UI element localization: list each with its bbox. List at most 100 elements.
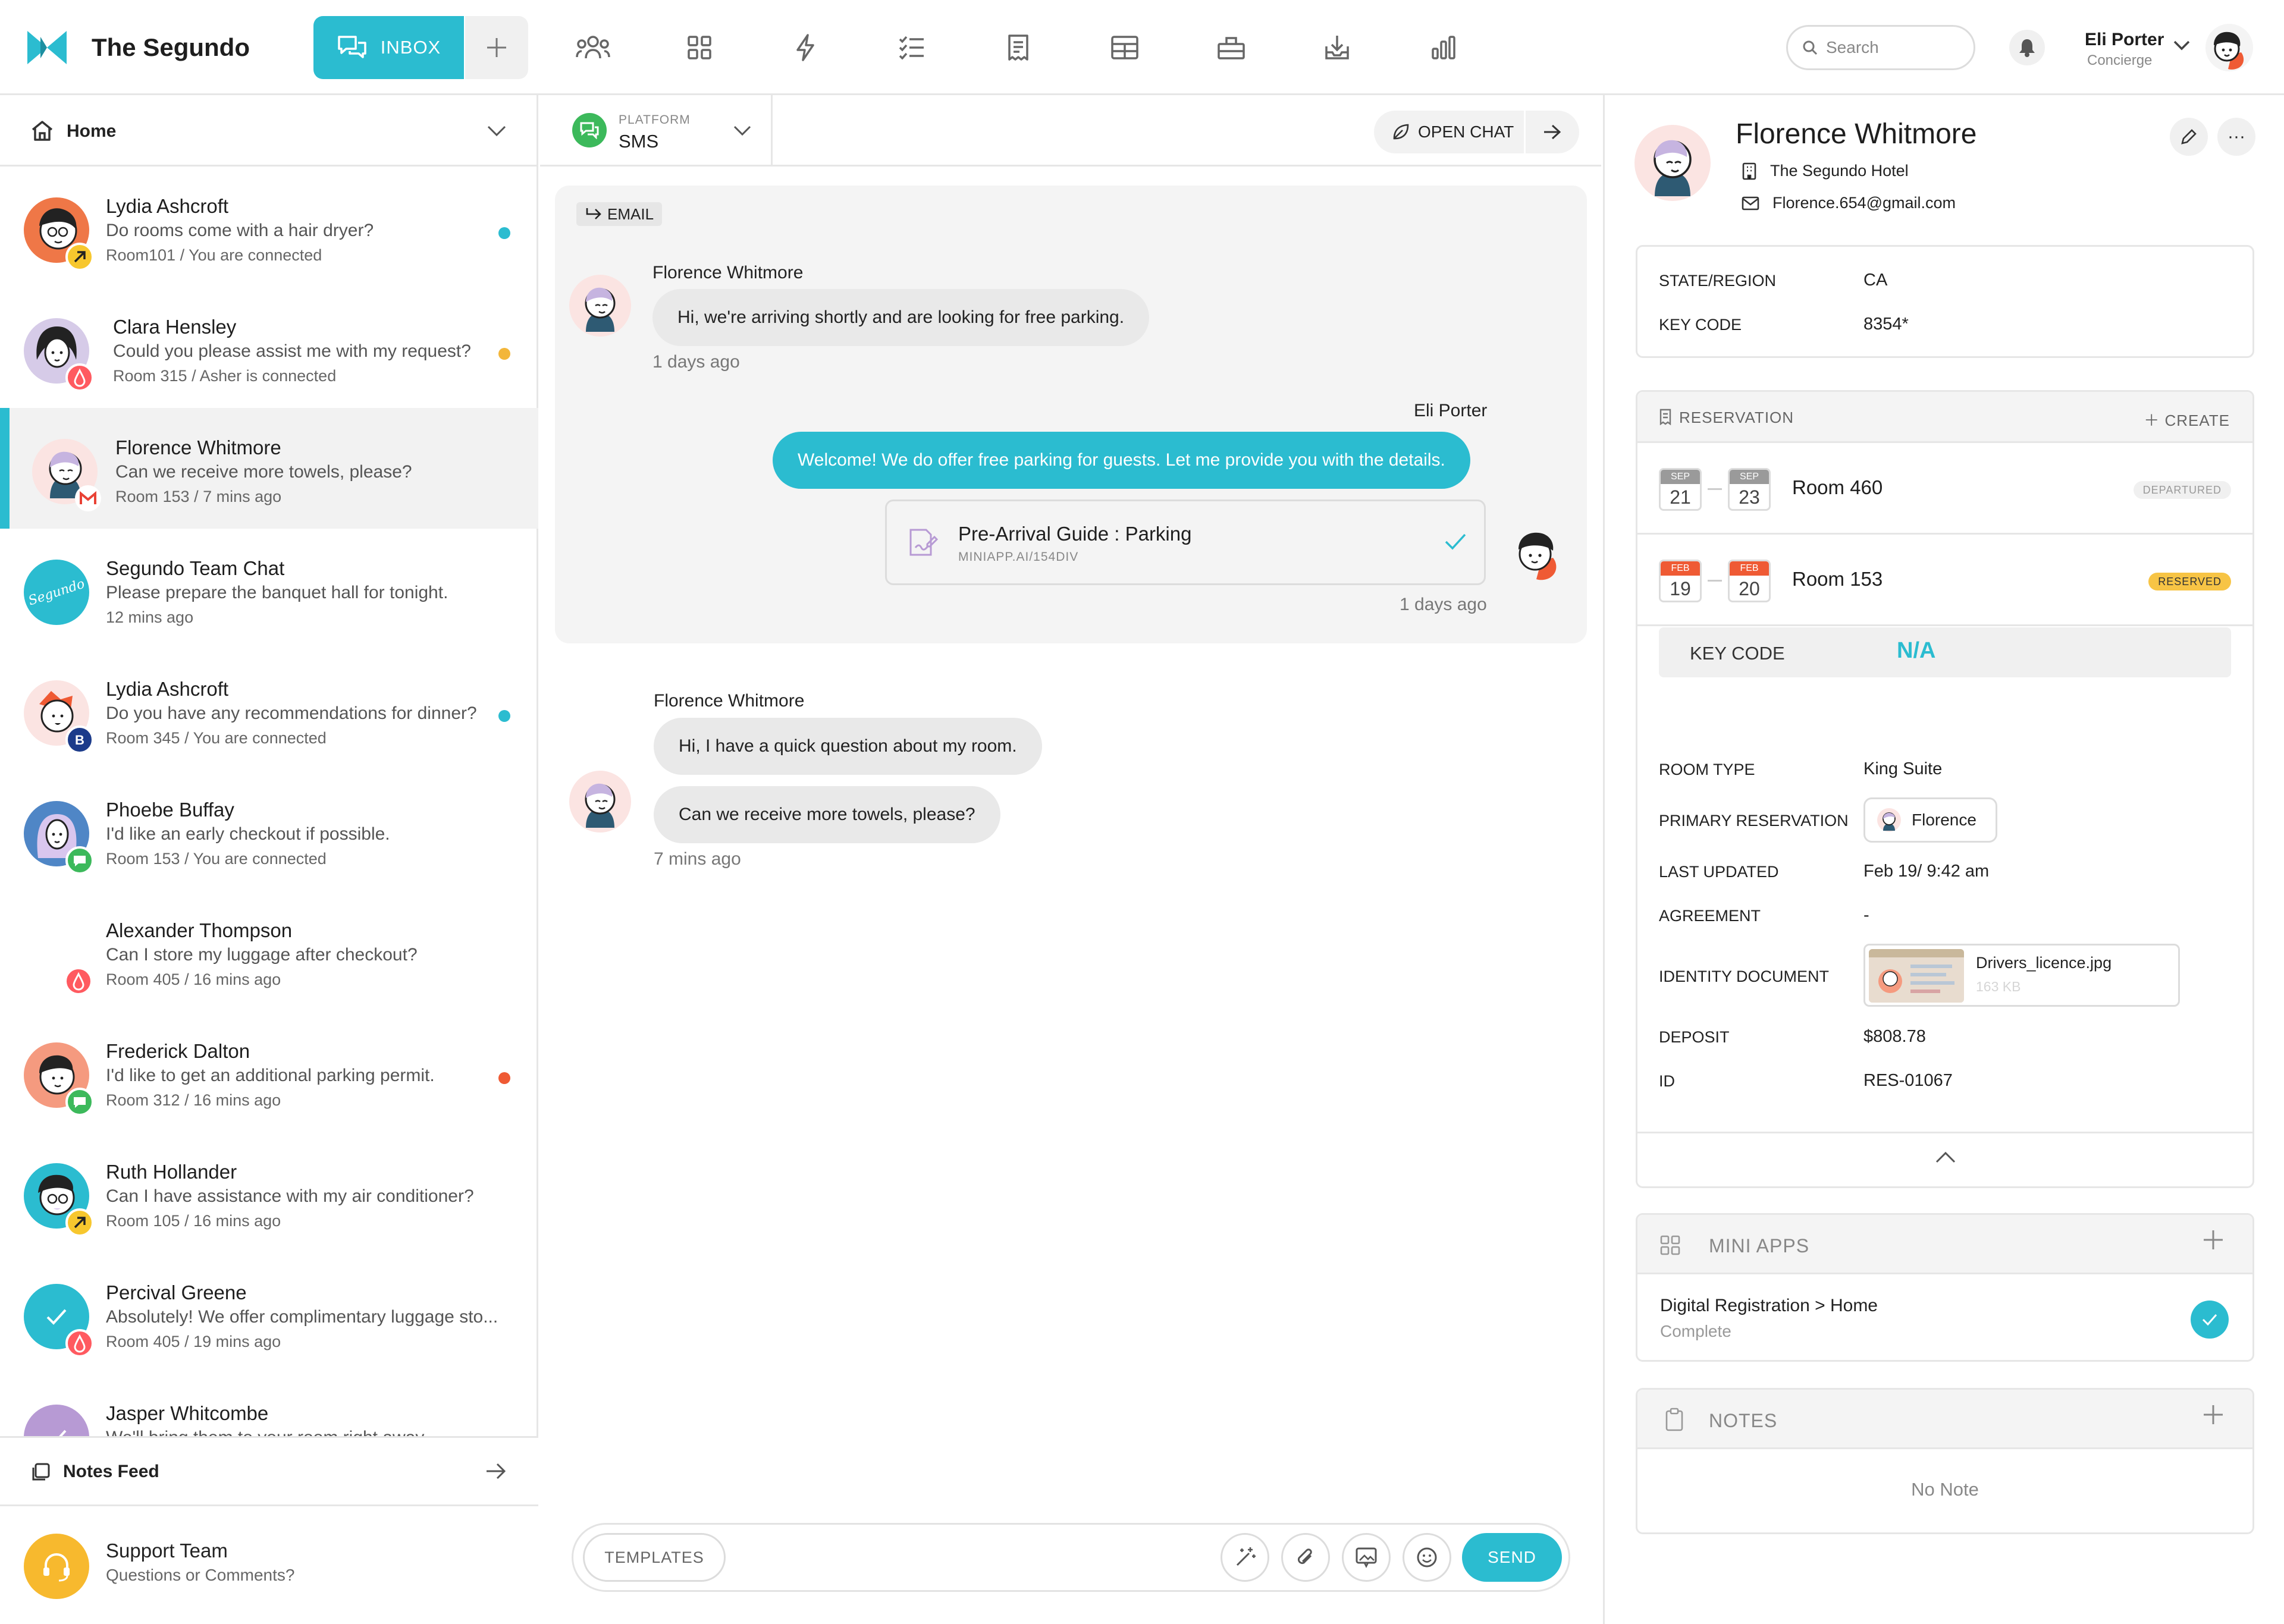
notes-header: NOTES xyxy=(1637,1390,2252,1449)
guest-email[interactable]: Florence.654@gmail.com xyxy=(1772,194,1956,212)
reservation-header: RESERVATION ＋ CREATE xyxy=(1637,392,2252,443)
conversation-preview: Do rooms come with a hair dryer? xyxy=(106,221,374,240)
nav-automation-bolt-icon[interactable] xyxy=(788,30,823,65)
support-team-item[interactable]: Support Team Questions or Comments? xyxy=(0,1506,538,1624)
chevron-down-icon[interactable] xyxy=(487,125,507,137)
arrow-badge-icon xyxy=(65,243,94,271)
chevron-down-icon[interactable] xyxy=(733,125,752,137)
identity-document-label: IDENTITY DOCUMENT xyxy=(1659,968,1830,985)
conversation-preview: I'd like to get an additional parking pe… xyxy=(106,1066,435,1085)
notes-card: NOTES No Note xyxy=(1636,1388,2254,1534)
identity-document-file[interactable]: Drivers_licence.jpg 163 KB xyxy=(1863,944,2180,1007)
conversation-meta: Room 315 / Asher is connected xyxy=(113,367,337,385)
search-input[interactable]: Search xyxy=(1786,25,1975,70)
create-reservation-button[interactable]: ＋ CREATE xyxy=(2144,409,2230,431)
user-name[interactable]: Eli Porter xyxy=(2085,30,2164,50)
mini-app-item[interactable]: Digital Registration > Home Complete xyxy=(1637,1274,2252,1360)
conversation-preview: Could you please assist me with my reque… xyxy=(113,341,471,361)
conversation-item[interactable]: Lydia Ashcroft Do rooms come with a hair… xyxy=(0,167,538,287)
chevron-down-icon[interactable] xyxy=(2173,39,2191,51)
emoji-button[interactable] xyxy=(1403,1533,1451,1582)
conversation-item[interactable]: Frederick Dalton I'd like to get an addi… xyxy=(0,1012,538,1132)
conversation-item[interactable]: Jasper Whitcombe We'll bring them to you… xyxy=(0,1374,538,1436)
primary-reservation-chip[interactable]: Florence xyxy=(1863,797,1997,843)
reservation-row[interactable]: SEP 21 SEP 23 Room 460 DEPARTURED xyxy=(1637,443,2252,535)
guest-avatar xyxy=(569,771,631,833)
conversation-name: Percival Greene xyxy=(106,1281,247,1303)
incoming-message-bubble: Hi, I have a quick question about my roo… xyxy=(654,718,1042,775)
message-sender: Florence Whitmore xyxy=(654,691,805,711)
notifications-button[interactable] xyxy=(2009,30,2045,65)
nav-table-icon[interactable] xyxy=(1107,30,1143,65)
segundo-logo-icon[interactable] xyxy=(27,31,67,64)
unread-dot xyxy=(498,227,510,239)
attach-file-button[interactable] xyxy=(1281,1533,1330,1582)
conversation-meta: Room 345 / You are connected xyxy=(106,729,327,747)
nav-analytics-chart-icon[interactable] xyxy=(1426,30,1461,65)
nav-front-desk-icon[interactable] xyxy=(1213,30,1249,65)
conversation-meta: Room 153 / 7 mins ago xyxy=(115,488,282,505)
conversation-item[interactable]: Phoebe Buffay I'd like an early checkout… xyxy=(0,770,538,891)
conversation-preview: Can I have assistance with my air condit… xyxy=(106,1186,474,1206)
send-media-button[interactable] xyxy=(1342,1533,1391,1582)
user-avatar[interactable] xyxy=(2205,24,2253,71)
nav-download-inbox-icon[interactable] xyxy=(1319,30,1355,65)
identity-file-name: Drivers_licence.jpg xyxy=(1976,954,2112,972)
user-role: Concierge xyxy=(2087,52,2153,68)
nav-guests-icon[interactable] xyxy=(575,30,611,65)
nav-apps-grid-icon[interactable] xyxy=(682,30,717,65)
status-badge: RESERVED xyxy=(2148,573,2231,590)
conversation-item[interactable]: Alexander Thompson Can I store my luggag… xyxy=(0,891,538,1012)
conversation-name: Lydia Ashcroft xyxy=(106,678,229,700)
home-selector[interactable]: Home xyxy=(0,95,538,167)
edit-guest-button[interactable] xyxy=(2170,118,2208,156)
top-bar: The Segundo INBOX Search Eli Porter Conc… xyxy=(0,0,2284,95)
open-chat-button[interactable]: OPEN CHAT xyxy=(1374,111,1579,153)
home-label: Home xyxy=(67,121,117,141)
add-note-icon[interactable] xyxy=(2201,1403,2225,1427)
nav-tasks-checklist-icon[interactable] xyxy=(894,30,930,65)
deposit-value: $808.78 xyxy=(1863,1027,1926,1046)
conversation-preview: I'd like an early checkout if possible. xyxy=(106,824,390,844)
notes-feed-link[interactable]: Notes Feed xyxy=(0,1436,538,1506)
id-value: RES-01067 xyxy=(1863,1071,1953,1090)
conversation-item[interactable]: Ruth Hollander Can I have assistance wit… xyxy=(0,1132,538,1253)
mini-apps-title: MINI APPS xyxy=(1709,1235,1810,1257)
nav-receipt-icon[interactable] xyxy=(1000,30,1036,65)
mini-app-attachment-card[interactable]: Pre-Arrival Guide : Parking MINIAPP.AI/1… xyxy=(885,500,1486,585)
guest-name: Florence Whitmore xyxy=(1736,118,1977,150)
guest-hotel: The Segundo Hotel xyxy=(1770,162,1909,180)
conversation-preview: Can we receive more towels, please? xyxy=(115,462,412,482)
new-conversation-button[interactable] xyxy=(465,16,528,79)
templates-button[interactable]: TEMPLATES xyxy=(583,1533,726,1582)
conversation-item[interactable]: B Lydia Ashcroft Do you have any recomme… xyxy=(0,649,538,770)
message-composer[interactable]: TEMPLATES SEND xyxy=(572,1523,1570,1592)
room-label: Room 153 xyxy=(1792,568,1883,590)
mail-icon xyxy=(1742,196,1759,210)
guest-avatar xyxy=(569,275,631,337)
arrow-right-icon[interactable] xyxy=(1543,124,1562,140)
outgoing-message-bubble: Welcome! We do offer free parking for gu… xyxy=(773,432,1470,489)
reservation-title: RESERVATION xyxy=(1679,409,1794,426)
identity-file-size: 163 KB xyxy=(1976,979,2021,994)
message-sender: Eli Porter xyxy=(1414,401,1488,420)
ai-magic-wand-button[interactable] xyxy=(1221,1533,1269,1582)
reservation-row[interactable]: FEB 19 FEB 20 Room 153 RESERVED xyxy=(1637,535,2252,626)
conversation-item-active[interactable]: Florence Whitmore Can we receive more to… xyxy=(0,408,538,529)
conversation-item[interactable]: Segundo Segundo Team Chat Please prepare… xyxy=(0,529,538,649)
inbox-button[interactable]: INBOX xyxy=(313,16,464,79)
add-mini-app-icon[interactable] xyxy=(2201,1228,2225,1252)
airbnb-badge-icon xyxy=(64,967,93,995)
inbox-label: INBOX xyxy=(380,37,441,58)
notes-empty-state: No Note xyxy=(1911,1479,1979,1500)
conversation-preview: Please prepare the banquet hall for toni… xyxy=(106,583,448,602)
chevron-up-icon[interactable] xyxy=(1935,1151,1956,1164)
conversation-item[interactable]: Clara Hensley Could you please assist me… xyxy=(0,287,538,408)
arrow-badge-icon xyxy=(65,1208,94,1237)
platform-value[interactable]: SMS xyxy=(619,131,658,152)
send-button[interactable]: SEND xyxy=(1462,1533,1562,1582)
more-options-button[interactable]: ··· xyxy=(2217,118,2255,156)
message-sender: Florence Whitmore xyxy=(652,263,804,282)
agreement-value: - xyxy=(1863,906,1869,925)
conversation-item[interactable]: Percival Greene Absolutely! We offer com… xyxy=(0,1253,538,1374)
